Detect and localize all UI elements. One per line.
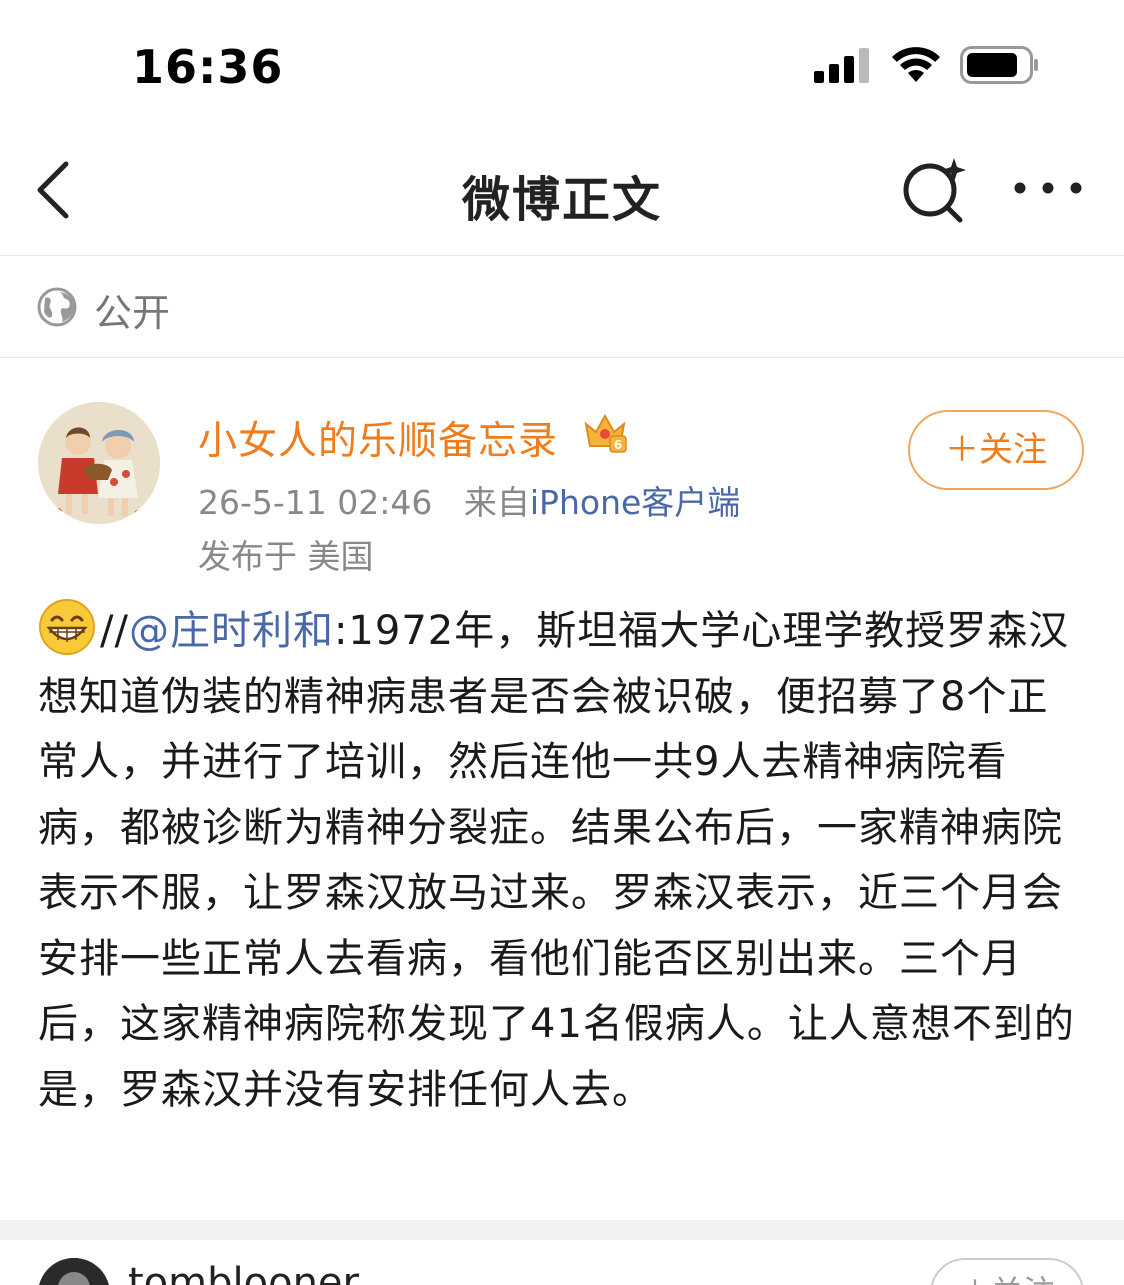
post-meta: 26-5-11 02:46 来自iPhone客户端 bbox=[198, 476, 740, 524]
next-post-author[interactable]: tomblooner bbox=[128, 1260, 359, 1285]
nav-bar: 微博正文 bbox=[0, 130, 1124, 256]
wifi-icon bbox=[892, 47, 940, 82]
post-text: :1972年，斯坦福大学心理学教授罗森汉想知道伪装的精神病患者是否会被识破，便招… bbox=[38, 608, 1075, 1113]
avatar-image bbox=[38, 402, 160, 524]
svg-text:6: 6 bbox=[614, 438, 622, 452]
author-name[interactable]: 小女人的乐顺备忘录 bbox=[198, 410, 558, 466]
status-icons bbox=[814, 46, 1040, 84]
mention-link[interactable]: @庄时利和 bbox=[129, 608, 334, 654]
status-bar: 16:36 bbox=[0, 0, 1124, 130]
status-time: 16:36 bbox=[132, 40, 284, 94]
search-sparkle-icon[interactable] bbox=[898, 154, 970, 226]
visibility-label: 公开 bbox=[94, 291, 171, 335]
visibility-row: 公开 bbox=[0, 256, 1124, 358]
post-source[interactable]: iPhone客户端 bbox=[530, 483, 740, 522]
source-prefix: 来自 bbox=[463, 483, 530, 522]
battery-icon bbox=[960, 46, 1038, 84]
next-post-avatar[interactable] bbox=[38, 1258, 110, 1285]
next-post-card: tomblooner ＋关注 bbox=[0, 1240, 1124, 1285]
post-location: 发布于 美国 bbox=[198, 537, 374, 576]
post-card: 小女人的乐顺备忘录 6 26-5-11 02:46 来自iPhone客户端 发布… bbox=[0, 358, 1124, 1220]
repost-separator: // bbox=[100, 608, 129, 654]
next-avatar-image bbox=[38, 1258, 110, 1285]
post-body: //@庄时利和:1972年，斯坦福大学心理学教授罗森汉想知道伪装的精神病患者是否… bbox=[38, 598, 1088, 1123]
follow-button[interactable]: ＋关注 bbox=[908, 410, 1084, 490]
signal-icon bbox=[814, 48, 869, 83]
globe-icon bbox=[37, 287, 77, 327]
crown-icon[interactable]: 6 bbox=[582, 410, 628, 454]
post-timestamp: 26-5-11 02:46 bbox=[198, 483, 433, 522]
avatar[interactable] bbox=[38, 402, 160, 524]
grin-emoji-icon bbox=[39, 599, 95, 655]
more-icon[interactable] bbox=[1012, 176, 1084, 200]
next-follow-button[interactable]: ＋关注 bbox=[930, 1258, 1084, 1285]
